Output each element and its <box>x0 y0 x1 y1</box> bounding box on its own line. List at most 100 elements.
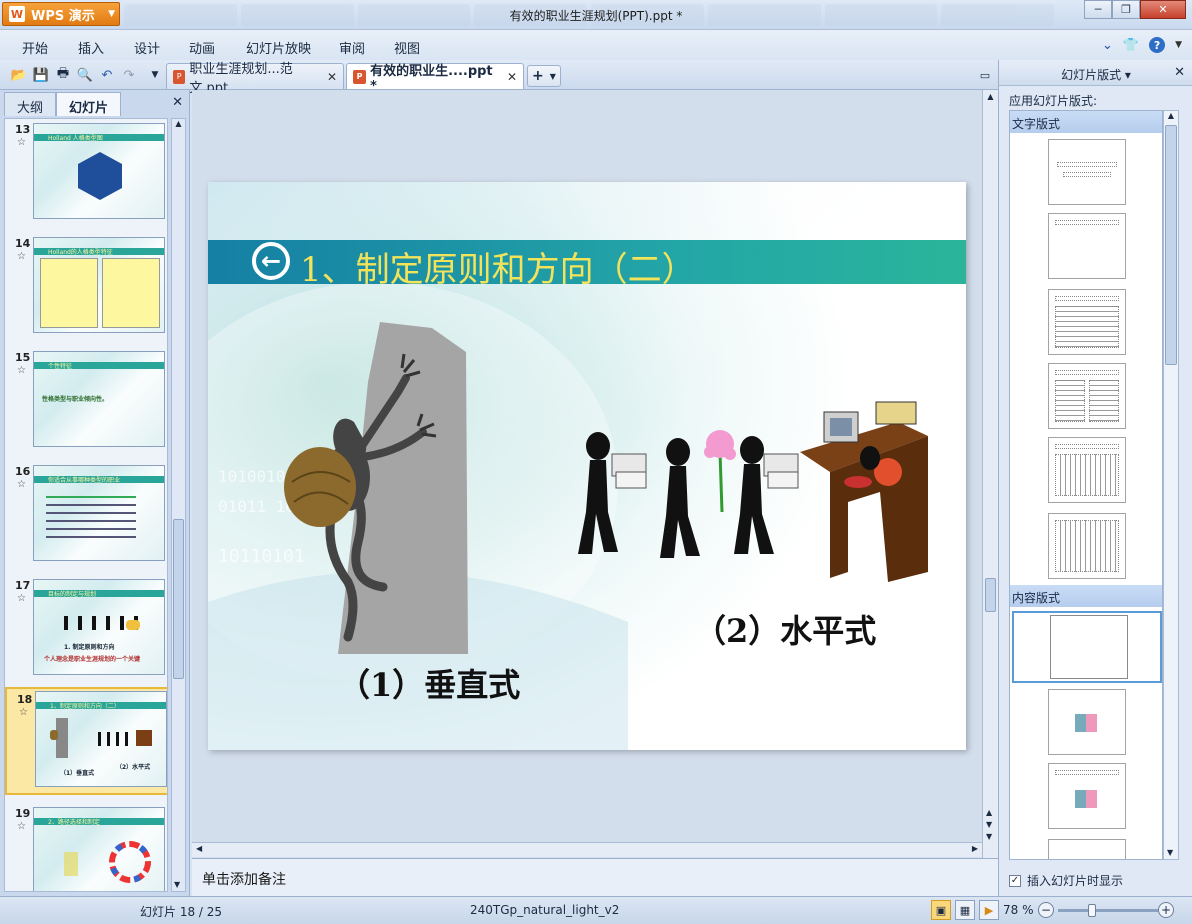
tab-slides[interactable]: 幻灯片 <box>56 92 122 116</box>
scroll-down-icon[interactable]: ▼ <box>174 880 180 889</box>
task-pane-title[interactable]: 幻灯片版式 ▾ <box>999 66 1192 83</box>
layout-title-and-content[interactable] <box>1048 763 1126 829</box>
notes-placeholder: 单击添加备注 <box>202 872 286 888</box>
show-on-insert-option[interactable]: ✓ 插入幻灯片时显示 <box>1009 872 1123 889</box>
save-icon[interactable]: 💾 <box>32 66 50 84</box>
undo-icon[interactable]: ↶ <box>98 66 116 84</box>
print-preview-icon[interactable]: 🔍 <box>76 66 94 84</box>
layout-more[interactable] <box>1048 839 1126 859</box>
editor-horizontal-scrollbar[interactable]: ◀ ▶ <box>192 842 982 857</box>
open-folder-icon[interactable]: 📂 <box>10 66 28 84</box>
layout-scrollbar[interactable]: ▲ ▼ <box>1163 110 1179 860</box>
scroll-up-icon[interactable]: ▲ <box>172 119 185 128</box>
transition-star-icon: ☆ <box>17 821 26 832</box>
close-panel-icon[interactable]: ✕ <box>172 95 183 110</box>
slide-thumbnail-18[interactable]: 18 ☆ 1、制定原则和方向（二） （1）垂直式 （2）水平式 <box>5 687 167 795</box>
scroll-right-icon[interactable]: ▶ <box>972 844 978 853</box>
slide-sorter-icon[interactable]: ▦ <box>955 900 975 920</box>
maximize-button[interactable]: ❐ <box>1112 0 1140 19</box>
chevron-down-icon[interactable]: ⌄ <box>1102 38 1113 53</box>
thumbnail-preview: 你适合从事哪种类型的职业 <box>33 465 165 561</box>
thumbnail-body: 个人理念是职业生涯规划的一个关键 <box>44 656 141 663</box>
section-content-layouts: 内容版式 <box>1010 585 1162 607</box>
slide-thumbnail-13[interactable]: 13 ☆ Holland 人格类型图 <box>5 119 167 223</box>
scrollbar-thumb[interactable] <box>1165 125 1177 365</box>
scrollbar-thumb[interactable] <box>173 519 184 679</box>
scrollbar-thumb[interactable] <box>985 578 996 612</box>
thumbnail-scrollbar[interactable]: ▲ ▼ <box>171 118 186 892</box>
show-on-insert-checkbox[interactable]: ✓ <box>1009 874 1021 887</box>
scroll-down-icon[interactable]: ▼ <box>986 820 992 829</box>
scroll-down-icon[interactable]: ▼ <box>986 832 992 841</box>
minimize-button[interactable]: ─ <box>1084 0 1112 19</box>
normal-view-icon[interactable]: ▣ <box>931 900 951 920</box>
zoom-slider[interactable] <box>1058 904 1158 917</box>
layout-vertical-text[interactable] <box>1048 437 1126 503</box>
close-tab-icon[interactable]: ✕ <box>327 70 337 84</box>
slide-title-number: 1 <box>300 250 322 290</box>
close-tab-icon[interactable]: ✕ <box>507 70 517 84</box>
zoom-in-icon[interactable]: + <box>1158 902 1174 918</box>
layout-blank-selected[interactable] <box>1012 611 1162 683</box>
doc-tab-1[interactable]: P 职业生涯规划...范文.ppt ✕ <box>166 62 344 96</box>
slide-thumbnail-14[interactable]: 14 ☆ Holland的人格类型特征 <box>5 233 167 337</box>
notes-pane[interactable]: 单击添加备注 <box>192 858 998 896</box>
back-arrow-icon[interactable]: ← <box>252 242 290 280</box>
svg-text:10100101: 10100101 <box>218 467 295 486</box>
slide-thumbnail-19[interactable]: 19 ☆ 2、路径选择和制定 <box>5 803 167 891</box>
layout-two-content[interactable] <box>1048 363 1126 429</box>
layout-title-only[interactable] <box>1048 213 1126 279</box>
slide-thumbnail-15[interactable]: 15 ☆ 个性特征 性格类型与职业倾向性。 <box>5 347 167 451</box>
zoom-level[interactable]: 78 % <box>1003 903 1034 917</box>
close-window-button[interactable]: ✕ <box>1140 0 1186 19</box>
slides-panel: 大纲 幻灯片 ✕ 13 ☆ Holland 人格类型图 14 ☆ Holland… <box>0 90 190 896</box>
transition-star-icon: ☆ <box>17 137 26 148</box>
menu-insert[interactable]: 插入 <box>78 38 104 57</box>
print-icon[interactable]: 🖶 <box>54 66 72 84</box>
menu-design[interactable]: 设计 <box>134 38 160 57</box>
slide-number: 18 <box>17 693 33 706</box>
panel-tabs: 大纲 幻灯片 <box>4 92 122 116</box>
menu-right-icons: ⌄ 👕 ? ▼ <box>1102 37 1182 53</box>
caption-vertical[interactable]: （1）垂直式 <box>338 660 520 706</box>
redo-icon[interactable]: ↷ <box>120 66 138 84</box>
slide-title[interactable]: 1、制定原则和方向（二） <box>300 242 696 291</box>
restore-pane-icon[interactable]: ▭ <box>976 66 994 84</box>
layout-task-pane: 幻灯片版式 ▾ ✕ 应用幻灯片版式: 文字版式 内容版式 ▲ ▼ ✓ 插入幻灯片… <box>998 60 1192 896</box>
slide-number: 13 <box>15 123 31 136</box>
slide-thumbnail-16[interactable]: 16 ☆ 你适合从事哪种类型的职业 <box>5 461 167 565</box>
skin-icon[interactable]: 👕 <box>1123 38 1139 53</box>
menu-home[interactable]: 开始 <box>22 38 48 57</box>
scroll-up-icon[interactable]: ▲ <box>1164 111 1178 120</box>
layout-title-slide[interactable] <box>1048 139 1126 205</box>
layout-title-content[interactable] <box>1048 289 1126 355</box>
new-tab-button[interactable]: + ▼ <box>527 65 561 87</box>
menu-view[interactable]: 视图 <box>394 38 420 57</box>
scroll-up-icon[interactable]: ▲ <box>986 808 992 817</box>
zoom-out-icon[interactable]: − <box>1038 902 1054 918</box>
thumbnail-preview: Holland 人格类型图 <box>33 123 165 219</box>
slideshow-play-icon[interactable]: ▶ <box>979 900 999 920</box>
zoom-slider-handle[interactable] <box>1088 904 1096 917</box>
customize-toolbar-icon[interactable]: ▼ <box>146 66 164 84</box>
thumbnail-caption: （1）垂直式 <box>60 770 95 777</box>
help-icon[interactable]: ? <box>1149 37 1166 53</box>
close-pane-icon[interactable]: ✕ <box>1174 65 1185 80</box>
tab-outline[interactable]: 大纲 <box>4 92 57 116</box>
slide-canvas[interactable]: 10100101 01011 101 10110101 ← 1、制定原则和方向（… <box>208 182 966 750</box>
doc-tab-2[interactable]: P 有效的职业生....ppt * ✕ <box>346 63 524 94</box>
menu-review[interactable]: 审阅 <box>339 38 365 57</box>
scroll-down-icon[interactable]: ▼ <box>1167 848 1173 857</box>
caption-horizontal[interactable]: （2）水平式 <box>694 606 876 652</box>
menu-slideshow[interactable]: 幻灯片放映 <box>246 38 311 57</box>
thumbnail-preview: Holland的人格类型特征 <box>33 237 165 333</box>
editor-vertical-scrollbar[interactable]: ▲ ▲ ▼ ▼ <box>982 90 998 858</box>
scroll-left-icon[interactable]: ◀ <box>196 844 202 853</box>
layout-content[interactable] <box>1048 689 1126 755</box>
slide-thumbnail-17[interactable]: 17 ☆ 目标的制定与规划 1. 制定原则和方向 个人理念是职业生涯规划的一个关… <box>5 575 167 679</box>
help-dropdown-icon[interactable]: ▼ <box>1175 40 1182 50</box>
chevron-down-icon: ▼ <box>549 71 556 81</box>
scroll-up-icon[interactable]: ▲ <box>983 92 998 101</box>
menu-animation[interactable]: 动画 <box>189 38 215 57</box>
layout-vertical-title-text[interactable] <box>1048 513 1126 579</box>
